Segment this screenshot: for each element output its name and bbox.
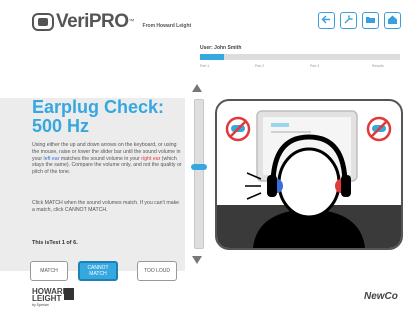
tools-icon [343,14,354,28]
hl-logo-sperian: by Sperian [32,303,49,307]
howard-leight-mark-icon [64,288,74,300]
no-earplug-left-icon [225,116,251,142]
volume-slider-thumb[interactable] [191,163,207,170]
no-earplug-right-icon [366,116,392,142]
too-loud-button[interactable]: TOO LOUD [137,261,177,281]
right-ear-text: right ear [141,155,161,162]
tools-button[interactable] [340,12,357,29]
test-count: This isTest 1 of 6. [32,240,78,246]
slider-down-arrow[interactable] [192,256,202,264]
brand-from: From Howard Leight [142,22,192,29]
headphone-left-cup [267,175,277,197]
progress-step-2: Part 2 [255,64,265,68]
folder-icon [365,14,376,28]
progress-step-results: Results [372,64,384,68]
back-button[interactable] [318,12,335,29]
veripro-logo: VeriPRO ™ From Howard Leight [32,11,192,32]
title-line-2: 500 Hz [32,116,90,136]
newco-logo: NewCo [364,291,398,302]
page-title: Earplug Check: 500 Hz [32,98,164,136]
instructions-text-2: Click MATCH when the sound volumes match… [32,200,180,213]
progress-step-1: Part 1 [200,64,210,68]
listener-illustration [215,99,403,250]
veripro-logo-icon [32,13,54,31]
back-arrow-icon [321,14,332,28]
listener-head [277,147,341,219]
user-label: User: John Smith [200,45,242,51]
headphone-right-cup [341,175,351,197]
volume-slider-track[interactable] [194,99,204,249]
instr-part-b: matches the sound volume in your [59,155,142,162]
title-line-1: Earplug Check: [32,97,165,117]
progress-track [200,54,400,60]
home-icon [387,14,398,28]
howard-leight-logo: HOWARD LEIGHT by Sperian [32,288,68,309]
progress-fill [200,54,224,60]
hl-logo-line-2: LEIGHT [32,294,62,303]
instructions-text: Using either the up and down arrows on t… [32,142,182,176]
listener-illustration-svg [217,110,401,248]
home-button[interactable] [384,12,401,29]
slider-up-arrow[interactable] [192,84,202,92]
match-button[interactable]: MATCH [30,261,68,281]
brand-name: VeriPRO [56,11,129,32]
folder-button[interactable] [362,12,379,29]
cannot-match-button[interactable]: CANNOT MATCH [78,261,118,281]
brand-tm: ™ [128,19,135,25]
left-ear-text: left ear [43,155,60,162]
progress-step-3: Part 3 [310,64,320,68]
